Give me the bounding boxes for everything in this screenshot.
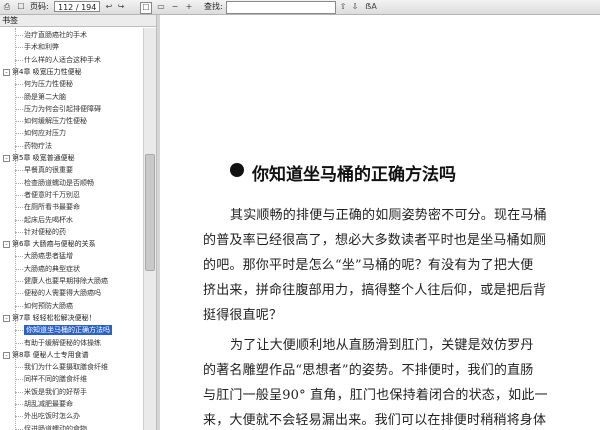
tree-connector [15,84,23,86]
bookmark-chapter[interactable]: 第7章 轻轻松松解决便秘！ [12,313,96,323]
tree-connector [15,194,23,196]
tree-connector [15,268,23,270]
body-line: 的著名雕塑作品“思想者”的姿势。不排便时，我们的直肠 [203,363,534,378]
bookmark-item[interactable]: 治疗直肠癌社的手术 [24,30,87,40]
tree-connector [15,133,23,135]
tree-connector [15,293,23,295]
bookmark-item[interactable]: 大肠癌的典型症状 [24,264,80,274]
bookmark-chapter[interactable]: 第4章 吸宽压力性便秘 [12,67,82,77]
bookmark-item[interactable]: 米饭是我们的好帮手 [24,387,87,397]
body-line: 来，大便就不会轻易漏出来。我们可以在排便时稍稍将身体 [203,413,547,428]
body-line: 其实顺畅的排便与正确的如厕姿势密不可分。现在马桶 [230,208,547,223]
expand-toggle-icon[interactable]: - [3,68,10,76]
back-icon[interactable]: ↩ [104,2,114,12]
bookmark-item[interactable]: 大肠癌患者猛增 [24,251,73,261]
view-icon[interactable]: ☐ [16,2,26,12]
zoom-out-icon[interactable]: − [170,2,180,12]
bookmark-item[interactable]: 针对便秘的药 [24,227,66,237]
bookmark-chapter[interactable]: 第8章 便秘人士专用食谱 [12,350,89,360]
toolbar: ⎙ ☐ 页码: 112 / 194 ↩ ↪ ☐ ▭ − + 查找: ⇧ ⇩ ẞA [0,0,600,15]
expand-toggle-icon[interactable]: - [3,241,10,249]
tree-connector [15,35,23,36]
page-number-input[interactable]: 112 / 194 [54,1,100,12]
tree-connector [15,207,23,209]
expand-toggle-icon[interactable]: - [3,314,10,322]
tree-connector [15,108,23,110]
zoom-in-icon[interactable]: + [184,2,194,12]
tree-connector [15,428,23,430]
tree-connector [15,219,23,221]
title-bullet [230,163,244,177]
tree-connector [15,182,23,184]
bookmark-item[interactable]: 便秘的人需要得大肠癌吗 [24,288,101,298]
bookmark-item[interactable]: 健康人也要早期排除大肠癌 [24,276,108,286]
tree-connector [15,59,23,61]
bookmark-item[interactable]: 同样不同的膳食纤维 [24,374,87,384]
bookmark-item[interactable]: 促进肠道蠕动的食物 [24,424,87,430]
section-title: 你知道坐马桶的正确方法吗 [252,165,456,185]
expand-toggle-icon[interactable]: - [3,155,10,162]
save-icon[interactable]: ⎙ [2,2,12,12]
bookmark-item[interactable]: 早餐真的很重要 [24,165,73,175]
tree-connector [15,330,23,332]
body-line: 的吧。那你平时是怎么“坐”马桶的呢？有没有为了把大便 [203,258,534,273]
bookmark-item[interactable]: 药物疗法 [24,141,52,151]
bookmarks-header: 书签 [0,15,159,27]
bookmark-item[interactable]: 者便意时千万别忍 [24,190,80,200]
bookmark-item[interactable]: 手术和利弊 [24,42,59,52]
tree-connector [15,342,23,344]
bookmark-chapter[interactable]: 第5章 吸宽普通便秘 [12,153,75,163]
page-label: 页码: [30,2,49,11]
bookmark-item[interactable]: 起床后先喝杯水 [24,215,73,225]
tree-connector [15,256,23,258]
body-line: 的普及率已经很高了，想必大多数读者平时也是坐马桶如厕 [203,233,547,248]
tree-connector [15,47,23,49]
bookmark-item[interactable]: 你知道坐马桶的正确方法吗 [24,325,112,336]
fit-width-icon[interactable]: ▭ [156,2,166,12]
search-next-icon[interactable]: ⇩ [350,2,360,12]
bookmark-tree[interactable]: 治疗直肠癌社的手术 手术和利弊 什么样的人适合这种手术 - 第4章 吸宽压力性便秘 何为压… [0,28,143,430]
search-prev-icon[interactable]: ⇧ [338,2,348,12]
tree-connector [15,281,23,282]
forward-icon[interactable]: ↪ [116,2,126,12]
tree-connector [15,367,23,369]
tree-connector [15,145,23,147]
tree-connector [15,305,23,307]
search-label: 查找: [204,2,223,11]
tree-connector [15,96,23,98]
match-case-icon[interactable]: ẞA [364,2,378,12]
tree-connector [15,121,23,123]
bookmark-item[interactable]: 我们为什么要摄取膳食纤维 [24,362,108,372]
search-input[interactable] [226,1,336,14]
sidebar-scrollbar-thumb[interactable] [145,154,155,271]
tree-connector [15,404,23,405]
total-pages: / 194 [75,3,97,12]
bookmark-item[interactable]: 如何预防大肠癌 [24,301,73,311]
tree-connector [15,391,23,393]
bookmark-item[interactable]: 胡乱减肥最要命 [24,399,73,409]
expand-toggle-icon[interactable]: - [3,351,10,359]
bookmark-item[interactable]: 在厕所看书最要命 [24,202,80,212]
tree-guide [15,28,16,430]
bookmark-item[interactable]: 有助于缓解便秘的体操练 [24,338,101,348]
bookmark-item[interactable]: 如何应对压力 [24,128,66,138]
bookmark-item[interactable]: 肠是第二大脑 [24,92,66,102]
bookmark-item[interactable]: 检查肠道蠕动是否顺畅 [24,178,94,188]
bookmark-chapter[interactable]: 第6章 大肠癌与便秘的关系 [12,239,96,249]
bookmark-item[interactable]: 何为压力性便秘 [24,79,73,89]
tree-connector [15,231,23,233]
body-line: 挺得很直呢？ [203,308,283,323]
bookmark-item[interactable]: 外出吃饭时怎么办 [24,411,80,421]
tree-connector [15,416,23,418]
single-page-icon[interactable]: ☐ [140,2,152,14]
tree-connector [15,379,23,381]
bookmark-item[interactable]: 什么样的人适合这种手术 [24,55,101,65]
tree-connector [15,170,23,172]
bookmark-item[interactable]: 压力为何会引起排便障碍 [24,104,101,114]
body-line: 与肛门一般呈90° 直角，肛门也保持着闭合的状态，如此一 [203,388,548,403]
current-page: 112 [58,3,74,12]
bookmark-item[interactable]: 如何缓解压力性便秘 [24,116,87,126]
body-line: 为了让大便顺利地从直肠滑到肛门，关键是效仿罗丹 [230,338,534,353]
body-line: 挤出来，拼命往腹部用力，搞得整个人往后仰，或是把后背 [203,283,547,298]
